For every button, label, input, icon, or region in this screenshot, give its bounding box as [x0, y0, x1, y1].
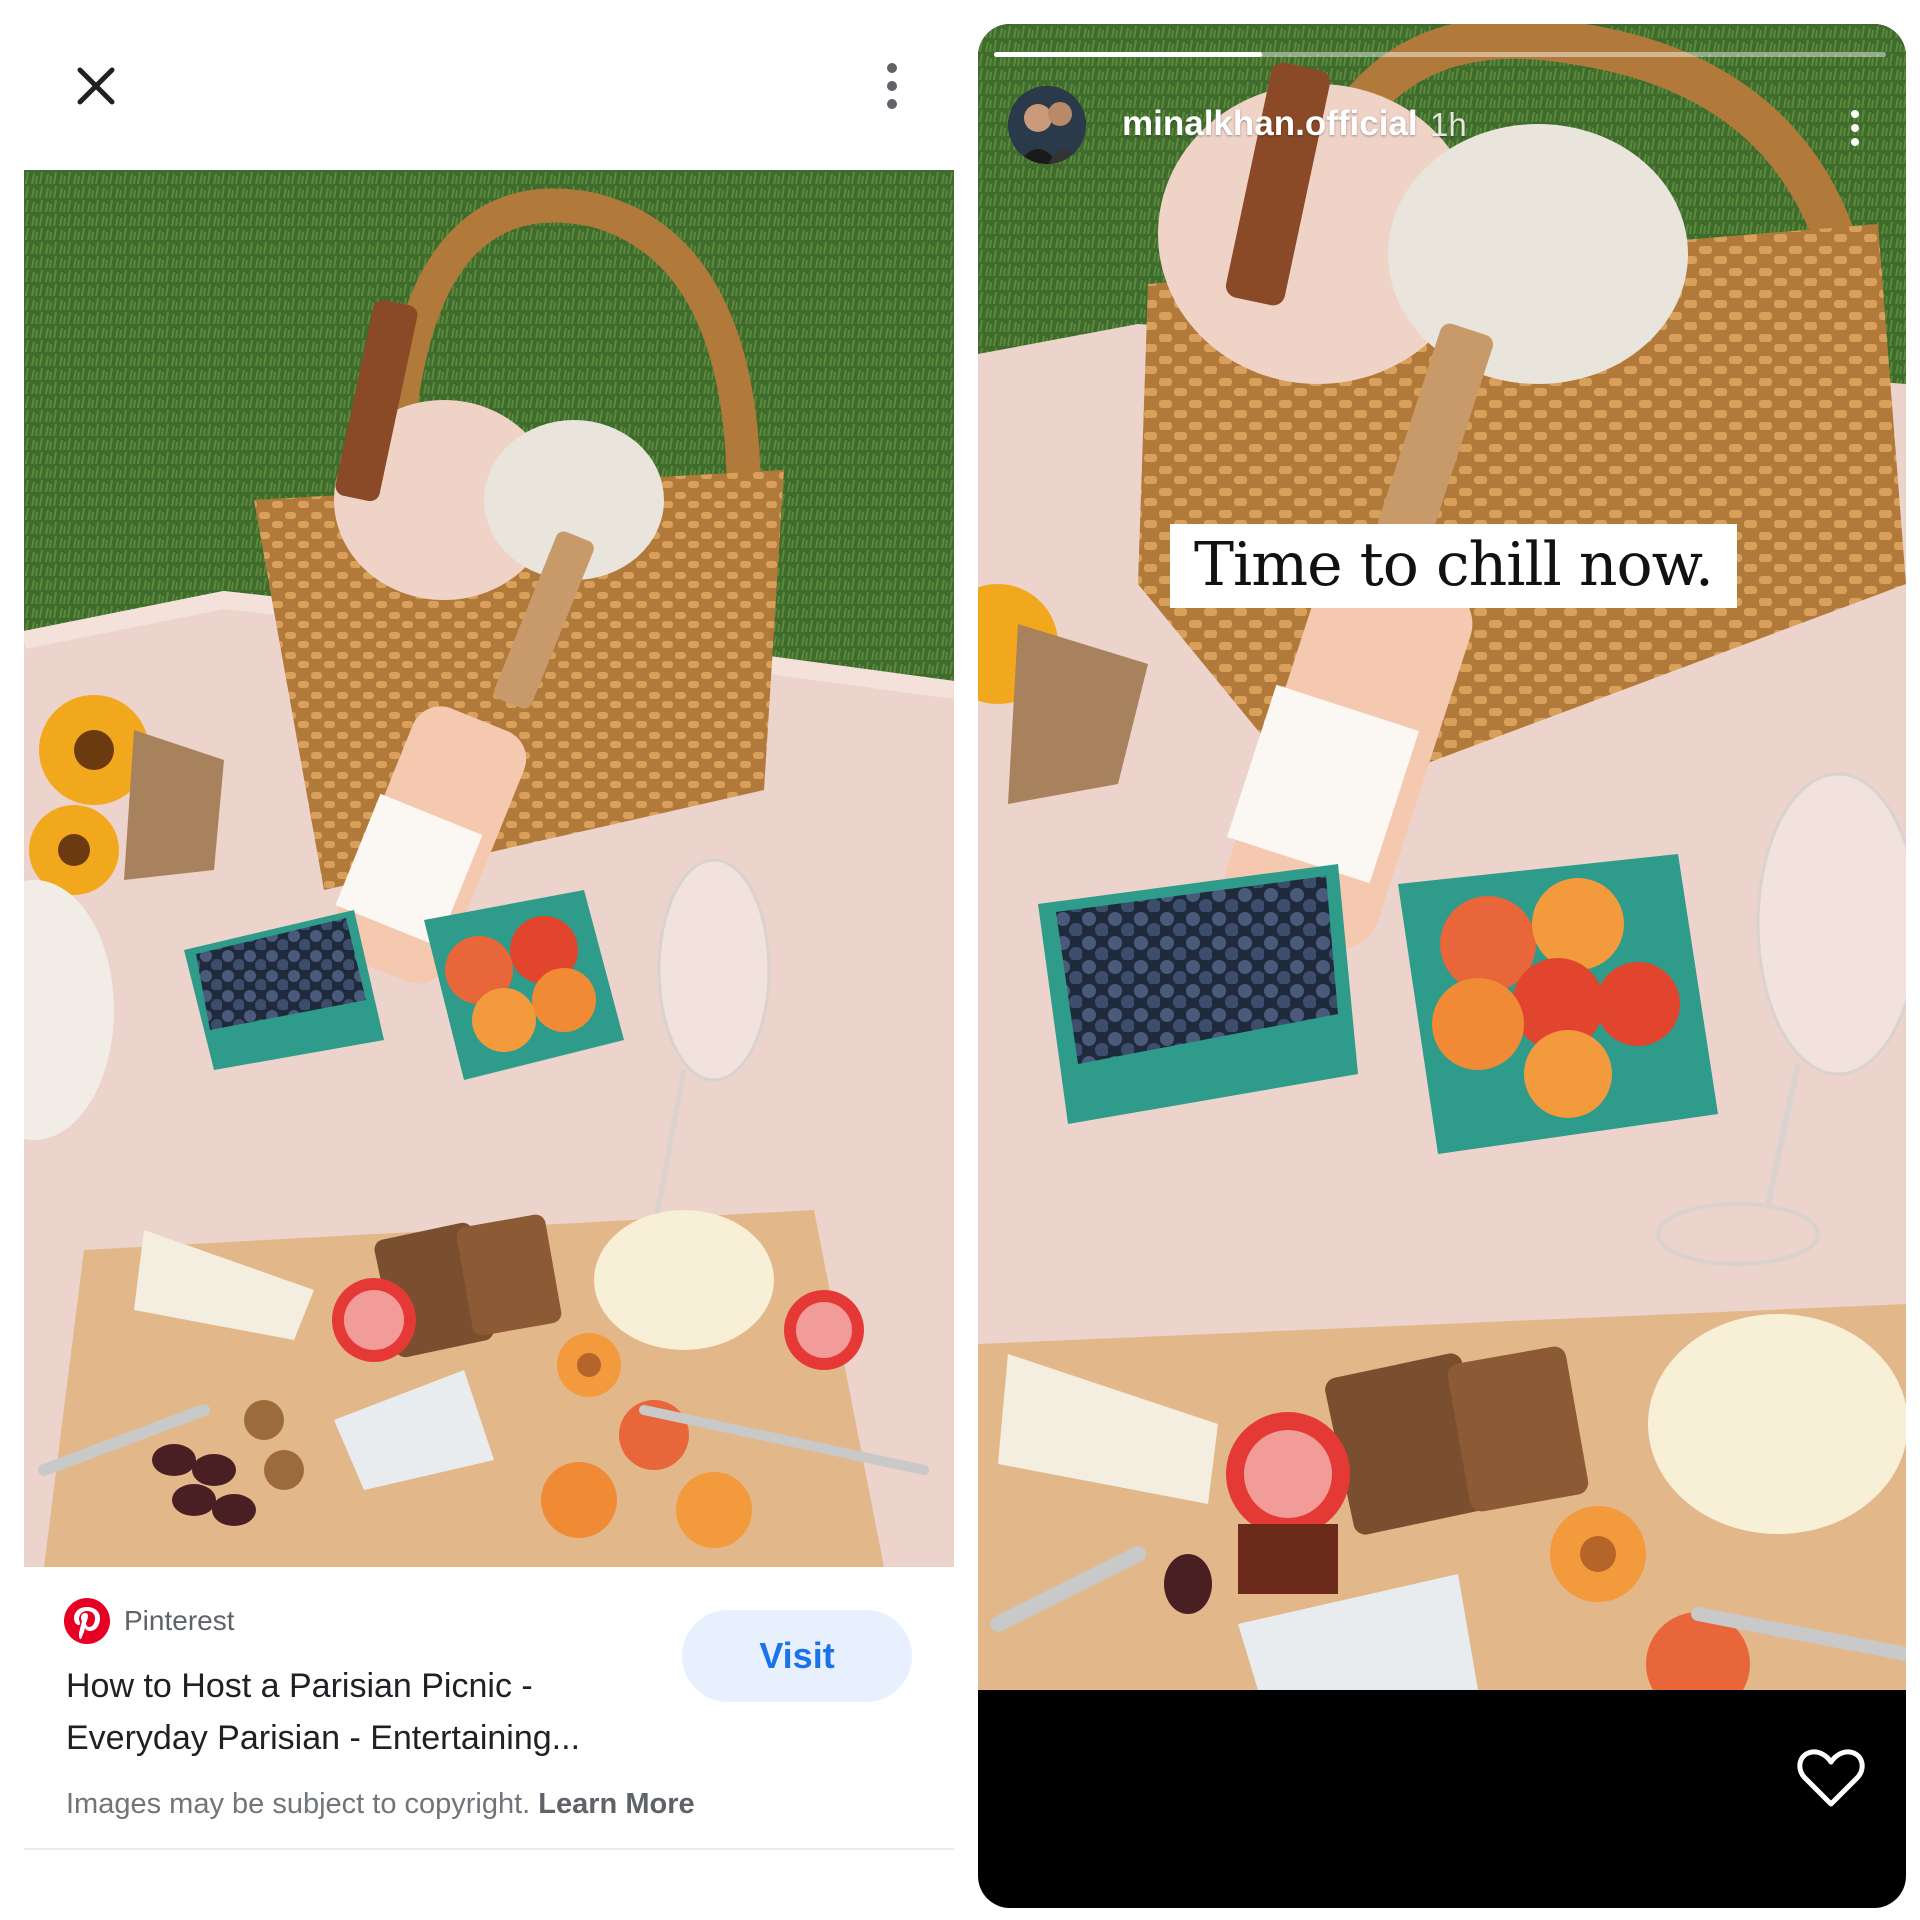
close-button[interactable]	[70, 60, 122, 112]
story-progress-fill	[994, 52, 1262, 57]
more-vert-icon	[1851, 110, 1859, 146]
picnic-photo-illustration	[978, 24, 1906, 1690]
like-button[interactable]	[1796, 1746, 1866, 1810]
copyright-text: Images may be subject to copyright.	[66, 1788, 531, 1820]
pinterest-icon	[64, 1598, 110, 1644]
more-options-button[interactable]	[872, 60, 912, 112]
story-progress-bar	[994, 52, 1886, 57]
avatar[interactable]	[1008, 86, 1086, 164]
learn-more-link[interactable]: Learn More	[538, 1788, 694, 1820]
story-more-button[interactable]	[1840, 98, 1870, 158]
heart-outline-icon	[1797, 1749, 1865, 1807]
close-icon	[77, 67, 115, 105]
story-viewer-panel: minalkhan.official 1h Time to chill now.	[978, 24, 1906, 1908]
story-caption: Time to chill now.	[1170, 524, 1737, 608]
image-viewer-panel: Pinterest Visit How to Host a Parisian P…	[0, 0, 960, 1920]
copyright-notice: Images may be subject to copyright. Lear…	[66, 1788, 695, 1821]
picnic-photo-illustration	[24, 170, 954, 1567]
story-timestamp: 1h	[1430, 106, 1467, 143]
source-name: Pinterest	[124, 1605, 235, 1636]
result-image[interactable]	[24, 170, 954, 1567]
result-title[interactable]: How to Host a Parisian Picnic - Everyday…	[66, 1660, 666, 1764]
more-vert-icon	[887, 63, 897, 109]
divider	[24, 1848, 954, 1850]
avatar-image	[1008, 86, 1086, 164]
story-username[interactable]: minalkhan.official	[1122, 104, 1418, 144]
image-source[interactable]: Pinterest	[64, 1598, 235, 1644]
visit-button[interactable]: Visit	[682, 1610, 912, 1702]
story-image[interactable]	[978, 24, 1906, 1690]
